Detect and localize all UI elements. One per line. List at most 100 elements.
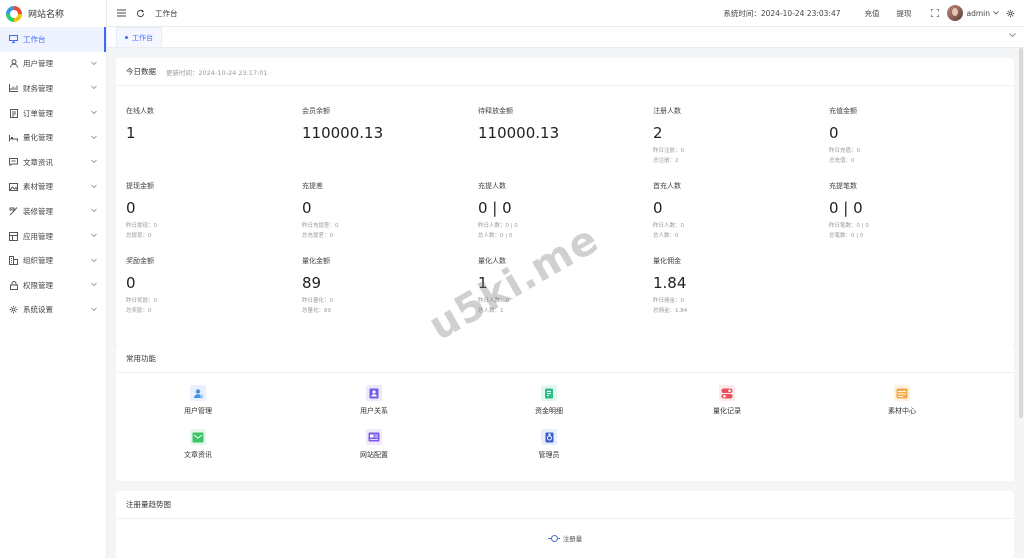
message-icon (9, 158, 18, 167)
user-manage-icon (190, 385, 206, 401)
stat-item: 充提差 0 昨日充提差：0 总充提差：0 (302, 181, 472, 241)
sidebar-item[interactable]: 财务管理 (0, 76, 106, 101)
sidebar-item[interactable]: 装修管理 (0, 199, 106, 224)
stat-value: 0 (126, 274, 136, 292)
quick-function-label: 用户管理 (184, 407, 212, 415)
chevron-down-icon (91, 257, 97, 264)
sidebar-item-label: 系统设置 (23, 305, 53, 315)
image-icon (9, 182, 18, 191)
fullscreen-icon[interactable] (929, 7, 941, 19)
order-icon (9, 108, 18, 118)
sidebar-item[interactable]: 文章资讯 (0, 150, 106, 175)
chevron-down-icon (91, 183, 97, 190)
quick-function-label: 管理员 (538, 451, 560, 459)
menu-toggle-icon[interactable] (115, 7, 127, 19)
refresh-icon[interactable] (134, 7, 146, 19)
sidebar-item[interactable]: 用户管理 (0, 52, 106, 77)
stat-item: 注册人数 2 昨日注册：0 总注册：2 (653, 106, 823, 166)
chart-legend[interactable]: 注册量 (116, 533, 1014, 543)
scrollbar[interactable] (1019, 48, 1023, 558)
stat-title: 奖励金额 (126, 257, 154, 265)
logo[interactable]: 网站名称 (0, 0, 106, 27)
stat-title: 首充人数 (653, 182, 681, 190)
sidebar-item-label: 量化管理 (23, 133, 53, 143)
tab-workbench[interactable]: 工作台 (116, 27, 162, 47)
quick-function-label: 网站配置 (360, 451, 388, 459)
today-data-card: 今日数据 更新时间：2024-10-24 23:17:01 在线人数 1 会员余额 1… (116, 58, 1014, 345)
sidebar-item[interactable]: 素材管理 (0, 175, 106, 200)
stat-sub-line: 总佣金：1.84 (653, 308, 688, 314)
system-time: 系统时间：2024-10-24 23:03:47 (723, 8, 841, 18)
stat-sub-line: 总奖励：0 (126, 308, 152, 314)
fund-detail-icon (541, 385, 557, 401)
sidebar-item[interactable]: 应用管理 (0, 224, 106, 249)
app-icon (9, 231, 18, 241)
stat-title: 待释放金额 (478, 107, 513, 115)
stat-sub: 昨日佣金：0 总佣金：1.84 (653, 296, 823, 316)
sidebar-item-label: 文章资讯 (23, 157, 53, 167)
scrollbar-thumb[interactable] (1019, 48, 1023, 418)
stat-sub: 昨日笔数：0 | 0 总笔数：0 | 0 (829, 221, 999, 241)
stat-item: 量化佣金 1.84 昨日佣金：0 总佣金：1.84 (653, 256, 823, 316)
user-name[interactable]: admin (967, 9, 991, 18)
bed-icon (9, 133, 18, 142)
sidebar-item[interactable]: 工作台 (0, 27, 106, 52)
chevron-down-icon (91, 110, 97, 117)
quick-function-label: 用户关系 (360, 407, 388, 415)
quick-function-item[interactable]: 用户关系 (334, 385, 414, 416)
recharge-link[interactable]: 充值 (865, 8, 880, 19)
stat-sub: 昨日人数：0 总人数：0 (653, 221, 823, 241)
stat-title: 充值金额 (829, 107, 857, 115)
sidebar-item-label: 应用管理 (23, 231, 53, 241)
legend-line-icon (547, 534, 560, 542)
quick-function-item[interactable]: 管理员 (509, 429, 589, 460)
stat-value: 2 (653, 124, 663, 142)
withdraw-link[interactable]: 提现 (897, 8, 912, 19)
settings-icon[interactable] (1004, 7, 1016, 19)
quick-function-item[interactable]: 网站配置 (334, 429, 414, 460)
sidebar-item[interactable]: 权限管理 (0, 273, 106, 298)
chevron-down-icon (91, 282, 97, 289)
stat-title: 会员余额 (302, 107, 330, 115)
quick-function-item[interactable]: 量化记录 (687, 385, 767, 416)
stat-title: 提现金额 (126, 182, 154, 190)
quick-function-label: 文章资讯 (184, 451, 212, 459)
quick-function-item[interactable]: 素材中心 (862, 385, 942, 416)
top-header: 工作台 系统时间：2024-10-24 23:03:47 充值 提现 admin (107, 0, 1024, 27)
sidebar-item[interactable]: 系统设置 (0, 298, 106, 323)
tab-label: 工作台 (132, 33, 153, 42)
stat-value: 1 (126, 124, 136, 142)
stat-sub-line: 昨日充值：0 (829, 148, 860, 154)
sidebar-item[interactable]: 组织管理 (0, 248, 106, 273)
stat-sub-line: 昨日笔数：0 | 0 (829, 223, 869, 229)
sidebar-item[interactable]: 订单管理 (0, 101, 106, 126)
quick-function-item[interactable]: 用户管理 (158, 385, 238, 416)
stat-sub-line: 昨日佣金：0 (653, 298, 684, 304)
stat-value: 110000.13 (302, 124, 384, 142)
avatar[interactable] (946, 5, 963, 21)
stat-value: 110000.13 (478, 124, 560, 142)
stat-sub: 昨日注册：0 总注册：2 (653, 146, 823, 166)
sidebar-item-label: 财务管理 (23, 83, 53, 93)
stat-sub-line: 昨日充提差：0 (302, 223, 339, 229)
quant-record-icon (719, 385, 735, 401)
site-name: 网站名称 (28, 10, 65, 20)
sidebar-item-label: 装修管理 (23, 206, 53, 216)
stat-value: 1.84 (653, 274, 687, 292)
stat-sub-line: 昨日人数：0 (653, 223, 684, 229)
sidebar-item[interactable]: 量化管理 (0, 125, 106, 150)
stat-sub-line: 昨日提现：0 (126, 223, 157, 229)
logo-icon (6, 5, 22, 22)
stat-item: 首充人数 0 昨日人数：0 总人数：0 (653, 181, 823, 241)
sidebar: 网站名称 工作台 用户管理财务管理订单管理量化管理文章资讯素材管理装修管理应用管理… (0, 0, 107, 558)
tabs-chevron-down-icon[interactable] (1009, 32, 1016, 40)
stat-title: 充提差 (302, 182, 323, 190)
sidebar-item-label: 素材管理 (23, 182, 53, 192)
stat-item: 在线人数 1 (126, 106, 296, 142)
article-icon (190, 429, 206, 445)
quick-function-item[interactable]: 文章资讯 (158, 429, 238, 460)
chevron-down-icon (91, 233, 97, 240)
stat-item: 会员余额 110000.13 (302, 106, 472, 142)
quick-function-item[interactable]: 资金明细 (509, 385, 589, 416)
chevron-down-icon[interactable] (992, 7, 1000, 19)
